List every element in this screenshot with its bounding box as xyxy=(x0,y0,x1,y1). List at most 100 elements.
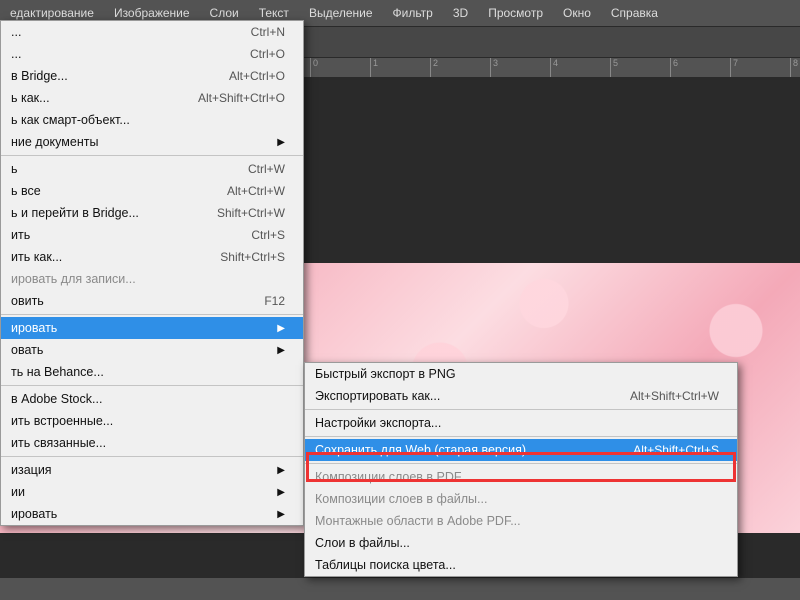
menu-item-label: Монтажные области в Adobe PDF... xyxy=(315,514,521,528)
export-menu-item[interactable]: Экспортировать как...Alt+Shift+Ctrl+W xyxy=(305,385,737,407)
chevron-right-icon: ▶ xyxy=(257,137,285,148)
menu-shortcut: F12 xyxy=(264,294,285,308)
menu-item-label: ... xyxy=(11,25,21,39)
menu-shortcut: Alt+Shift+Ctrl+O xyxy=(198,91,285,105)
menu-item-label: Экспортировать как... xyxy=(315,389,440,403)
export-menu-item[interactable]: Сохранить для Web (старая версия)... Alt+… xyxy=(305,439,737,461)
ruler-tick: 5 xyxy=(610,58,618,77)
menu-shortcut: Shift+Ctrl+W xyxy=(217,206,285,220)
menu-help[interactable]: Справка xyxy=(601,2,668,24)
export-menu-item: Монтажные области в Adobe PDF... xyxy=(305,510,737,532)
chevron-right-icon: ▶ xyxy=(257,509,285,520)
menu-select[interactable]: Выделение xyxy=(299,2,383,24)
menu-item-label: Быстрый экспорт в PNG xyxy=(315,367,456,381)
file-menu-item[interactable]: ть на Behance... xyxy=(1,361,303,383)
menu-item-label: в Adobe Stock... xyxy=(11,392,102,406)
menu-shortcut: Ctrl+O xyxy=(250,47,285,61)
file-menu-item[interactable]: в Bridge... Alt+Ctrl+O xyxy=(1,65,303,87)
file-menu-item[interactable]: ить встроенные... xyxy=(1,410,303,432)
chevron-right-icon: ▶ xyxy=(257,487,285,498)
menu-item-label: ние документы xyxy=(11,135,98,149)
file-menu-item[interactable]: ь как смарт-объект... xyxy=(1,109,303,131)
menu-shortcut: Ctrl+S xyxy=(251,228,285,242)
ruler-tick: 0 xyxy=(310,58,318,77)
file-menu-item[interactable]: ии ▶ xyxy=(1,481,303,503)
file-menu-item[interactable]: изация ▶ xyxy=(1,459,303,481)
menu-item-label: ть на Behance... xyxy=(11,365,104,379)
export-menu-item: Композиции слоев в файлы... xyxy=(305,488,737,510)
menu-item-label: овить xyxy=(11,294,44,308)
file-menu-item[interactable]: ... Ctrl+O xyxy=(1,43,303,65)
menu-item-label: изация xyxy=(11,463,52,477)
menu-item-label: ить xyxy=(11,228,30,242)
menu-item-label: Сохранить для Web (старая версия)... xyxy=(315,443,536,457)
export-menu-item[interactable]: Настройки экспорта... xyxy=(305,412,737,434)
file-menu-item[interactable]: ить связанные... xyxy=(1,432,303,454)
export-menu-item[interactable]: Быстрый экспорт в PNG xyxy=(305,363,737,385)
file-menu-item[interactable]: ь как... Alt+Shift+Ctrl+O xyxy=(1,87,303,109)
ruler-tick: 1 xyxy=(370,58,378,77)
chevron-right-icon: ▶ xyxy=(257,323,285,334)
menu-item-label: ить как... xyxy=(11,250,62,264)
ruler-tick: 8 xyxy=(790,58,798,77)
menu-filter[interactable]: Фильтр xyxy=(383,2,443,24)
menu-item-label: ии xyxy=(11,485,25,499)
menu-item-label: ировать xyxy=(11,507,57,521)
menu-shortcut: Alt+Ctrl+W xyxy=(227,184,285,198)
menu-separator xyxy=(1,385,303,386)
menu-shortcut: Alt+Shift+Ctrl+S xyxy=(633,443,719,457)
menu-separator xyxy=(1,456,303,457)
menu-item-label: ... xyxy=(11,47,21,61)
file-menu-item[interactable]: ние документы ▶ xyxy=(1,131,303,153)
file-menu-item[interactable]: ... Ctrl+N xyxy=(1,21,303,43)
file-menu-item[interactable]: ить Ctrl+S xyxy=(1,224,303,246)
file-menu-item[interactable]: в Adobe Stock... xyxy=(1,388,303,410)
export-menu-item[interactable]: Слои в файлы... xyxy=(305,532,737,554)
menu-item-label: ировать для записи... xyxy=(11,272,136,286)
menu-separator xyxy=(305,409,737,410)
menu-item-label: Таблицы поиска цвета... xyxy=(315,558,456,572)
file-menu-item[interactable]: ь все Alt+Ctrl+W xyxy=(1,180,303,202)
file-menu-item[interactable]: ь и перейти в Bridge... Shift+Ctrl+W xyxy=(1,202,303,224)
ruler-tick: 6 xyxy=(670,58,678,77)
menu-item-label: ь как смарт-объект... xyxy=(11,113,130,127)
export-menu-item[interactable]: Таблицы поиска цвета... xyxy=(305,554,737,576)
menu-item-label: ь все xyxy=(11,184,41,198)
menu-separator xyxy=(1,314,303,315)
ruler-tick: 3 xyxy=(490,58,498,77)
menu-item-label: овать xyxy=(11,343,43,357)
menu-item-label: ить связанные... xyxy=(11,436,106,450)
menu-item-label: Композиции слоев в файлы... xyxy=(315,492,487,506)
menu-shortcut: Ctrl+W xyxy=(248,162,285,176)
file-menu-dropdown: ... Ctrl+N... Ctrl+O в Bridge... Alt+Ctrl+O ь… xyxy=(0,20,304,526)
menu-item-label: Слои в файлы... xyxy=(315,536,410,550)
menu-item-label: Композиции слоев в PDF... xyxy=(315,470,471,484)
menu-separator xyxy=(1,155,303,156)
ruler-tick: 4 xyxy=(550,58,558,77)
menu-view[interactable]: Просмотр xyxy=(478,2,553,24)
export-submenu: Быстрый экспорт в PNG Экспортировать как.… xyxy=(304,362,738,577)
file-menu-item[interactable]: овить F12 xyxy=(1,290,303,312)
chevron-right-icon: ▶ xyxy=(257,345,285,356)
file-menu-item[interactable]: ьCtrl+W xyxy=(1,158,303,180)
file-menu-item: ировать для записи... xyxy=(1,268,303,290)
ruler-tick: 2 xyxy=(430,58,438,77)
menu-shortcut: Ctrl+N xyxy=(251,25,285,39)
menu-item-label: ь как... xyxy=(11,91,50,105)
file-menu-item[interactable]: ировать ▶ xyxy=(1,503,303,525)
file-menu-item[interactable]: овать ▶ xyxy=(1,339,303,361)
file-menu-item[interactable]: ить как...Shift+Ctrl+S xyxy=(1,246,303,268)
menu-shortcut: Alt+Ctrl+O xyxy=(229,69,285,83)
file-menu-item[interactable]: ировать ▶ xyxy=(1,317,303,339)
menu-item-label: в Bridge... xyxy=(11,69,68,83)
menu-item-label: ь и перейти в Bridge... xyxy=(11,206,139,220)
export-menu-item: Композиции слоев в PDF... xyxy=(305,466,737,488)
menu-item-label: ировать xyxy=(11,321,57,335)
menu-window[interactable]: Окно xyxy=(553,2,601,24)
menu-separator xyxy=(305,463,737,464)
menu-separator xyxy=(305,436,737,437)
menu-3d[interactable]: 3D xyxy=(443,2,478,24)
chevron-right-icon: ▶ xyxy=(257,465,285,476)
app-frame: едактирование Изображение Слои Текст Выд… xyxy=(0,0,800,600)
menu-item-label: ить встроенные... xyxy=(11,414,113,428)
